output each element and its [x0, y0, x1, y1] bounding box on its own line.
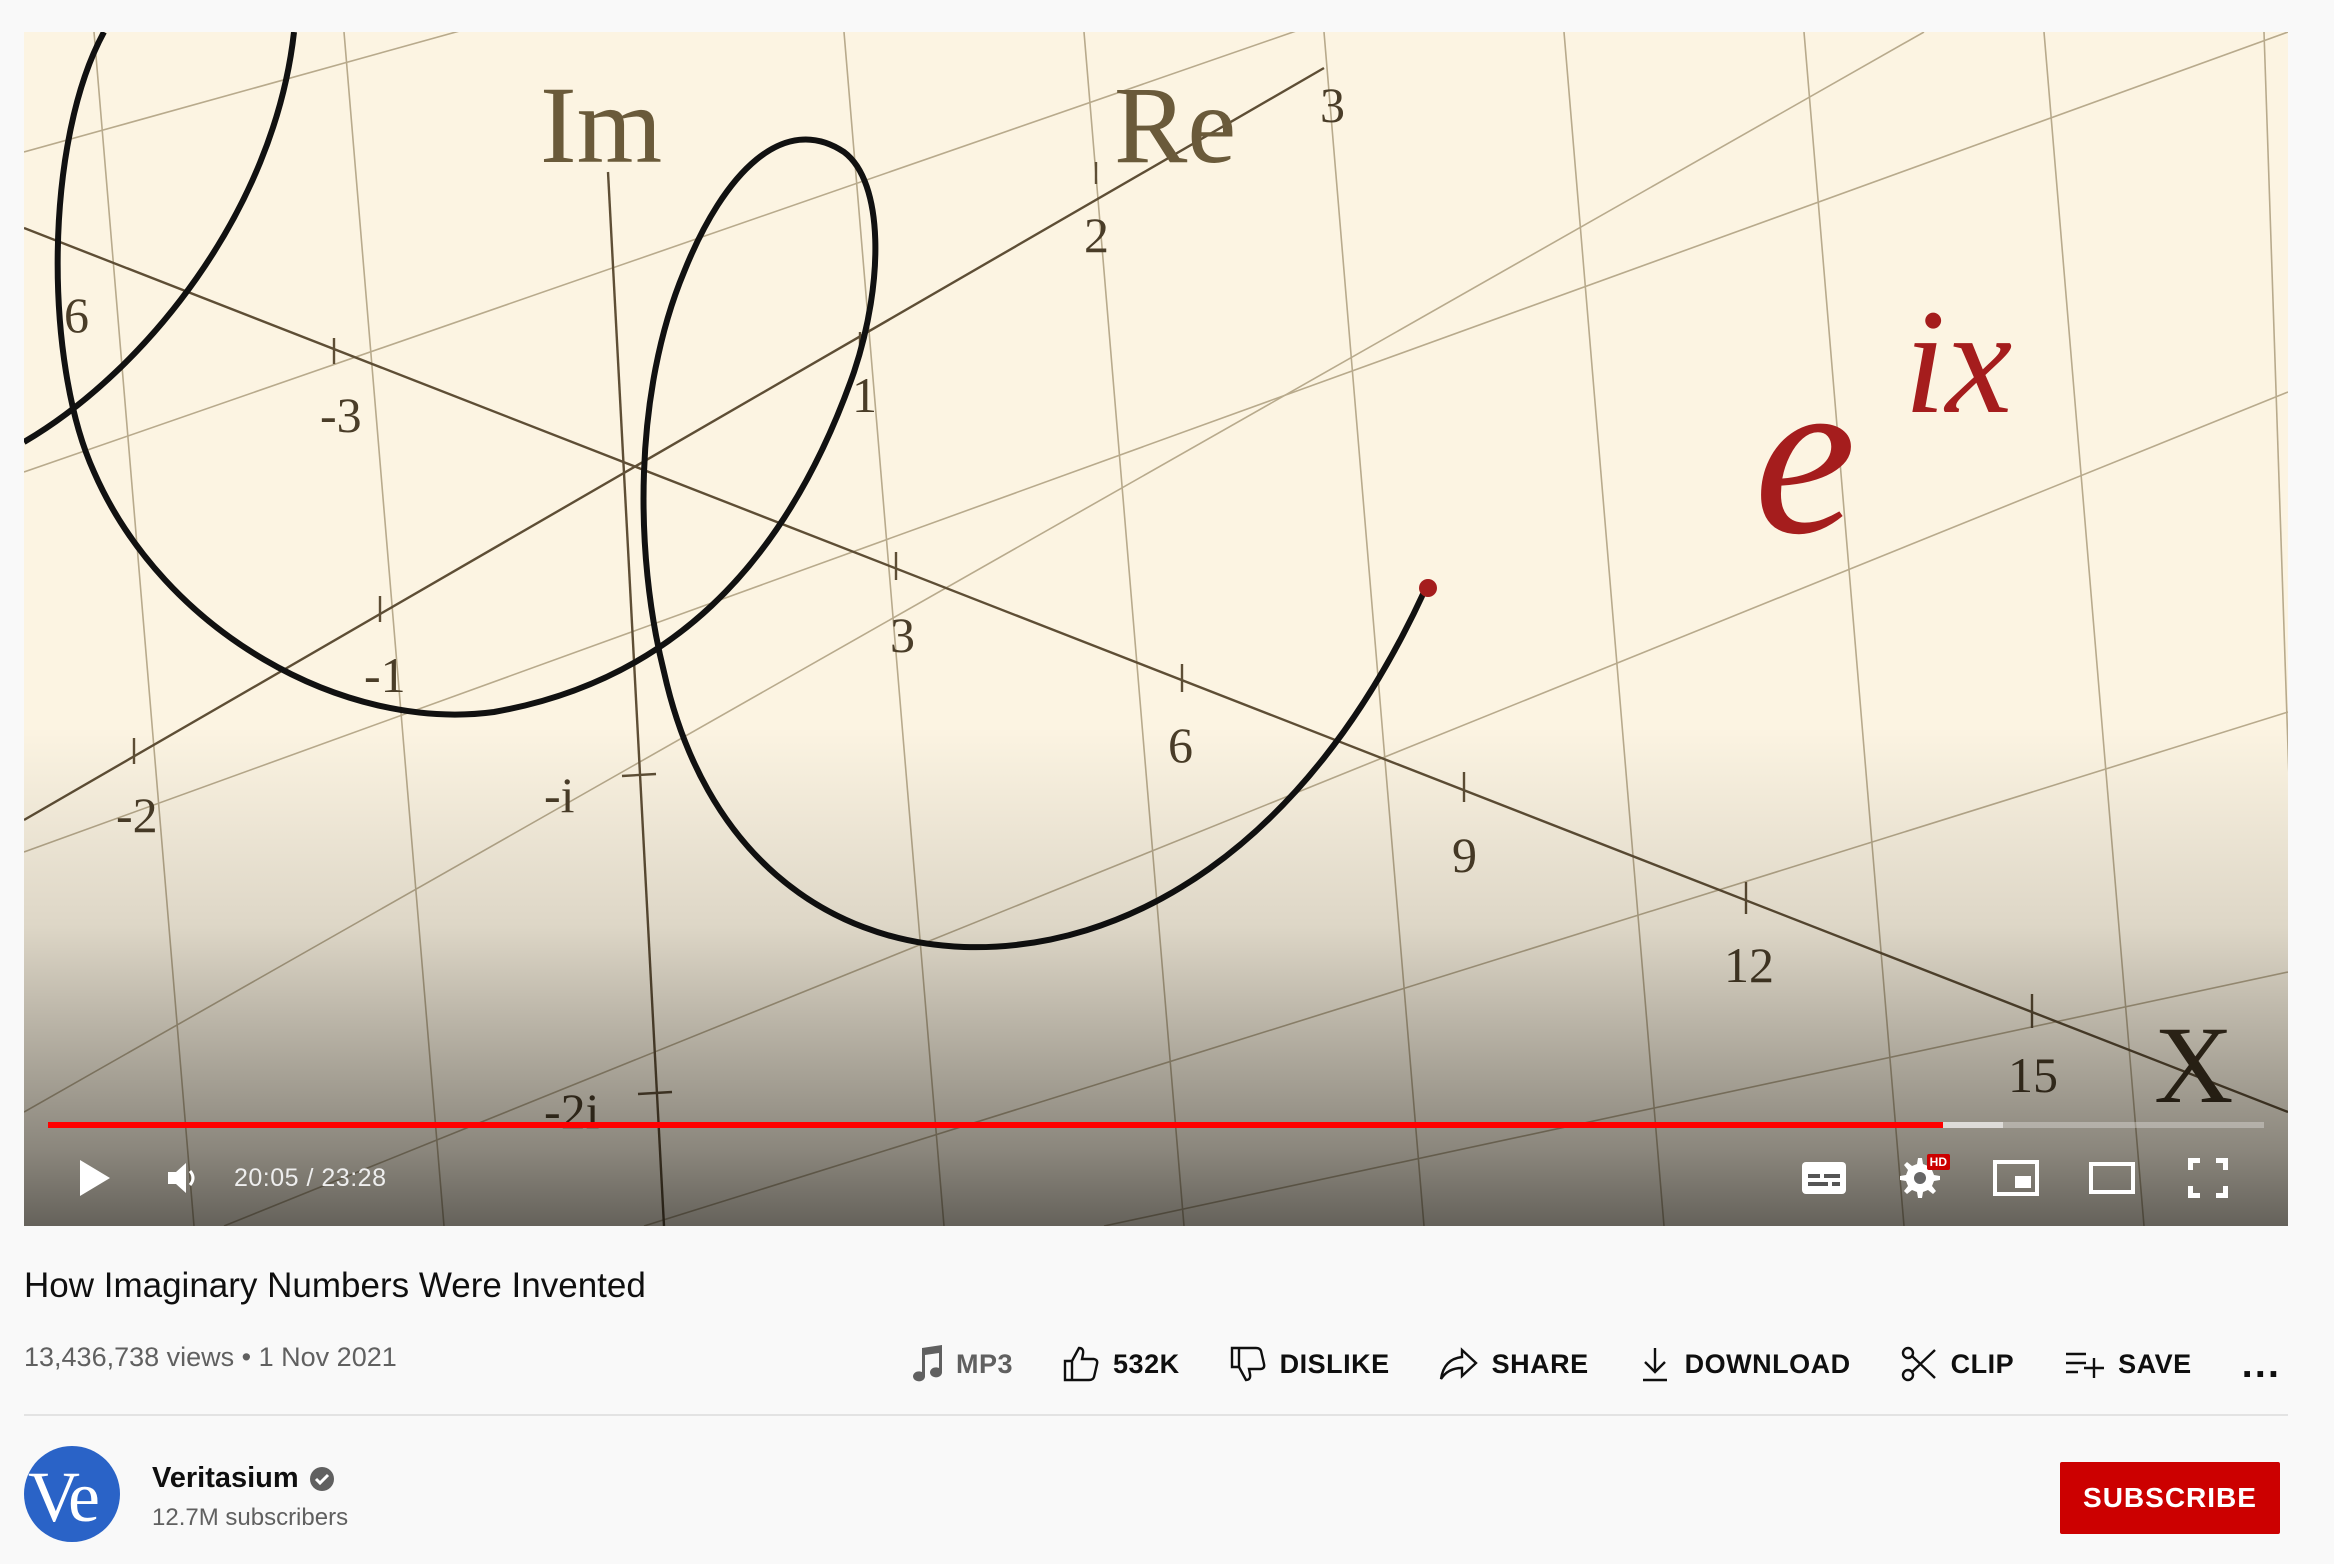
download-button[interactable]: DOWNLOAD	[1637, 1344, 1851, 1384]
video-frame: Im Re X 3 2 1 -1 -2 -i -2i 6 -3 3 6 9 12…	[24, 32, 2288, 1226]
channel-name: Veritasium	[152, 1462, 299, 1494]
hd-badge: HD	[1926, 1154, 1950, 1170]
theater-icon	[2089, 1162, 2135, 1194]
video-player[interactable]: Im Re X 3 2 1 -1 -2 -i -2i 6 -3 3 6 9 12…	[24, 32, 2288, 1226]
formula-exponent: ix	[1904, 279, 2012, 445]
im-axis-label: Im	[540, 64, 662, 186]
time-separator: /	[299, 1163, 322, 1192]
download-icon	[1642, 1348, 1667, 1382]
download-label: DOWNLOAD	[1684, 1348, 1851, 1379]
music-note-icon	[913, 1345, 943, 1382]
view-count: 13,436,738 views	[24, 1342, 235, 1372]
clip-label: CLIP	[1950, 1348, 2015, 1379]
re-tick-label: -1	[364, 647, 406, 703]
video-meta: 13,436,738 views • 1 Nov 2021	[24, 1342, 397, 1373]
x-tick-label: 15	[2008, 1047, 2058, 1103]
avatar-logo-text: Ve	[28, 1457, 100, 1537]
x-tick-label: 9	[1452, 827, 1477, 883]
settings-button[interactable]: HD	[1880, 1138, 1960, 1218]
subscriber-count: 12.7M subscribers	[152, 1504, 349, 1531]
formula-base: e	[1754, 327, 1856, 582]
play-button[interactable]	[54, 1138, 134, 1218]
re-tick-label: -2	[116, 787, 158, 843]
save-button[interactable]: SAVE	[2062, 1344, 2192, 1384]
progress-bar[interactable]	[48, 1122, 2264, 1130]
mp3-label: MP3	[956, 1348, 1014, 1379]
theater-mode-button[interactable]	[2072, 1138, 2152, 1218]
divider	[24, 1414, 2288, 1416]
fullscreen-icon	[2188, 1158, 2228, 1198]
curve-endpoint	[1419, 579, 1437, 597]
upload-date: 1 Nov 2021	[258, 1342, 397, 1372]
like-count: 532K	[1113, 1348, 1180, 1379]
re-axis-label: Re	[1114, 64, 1236, 186]
x-axis-label: X	[2154, 1004, 2233, 1126]
duration: 23:28	[321, 1163, 387, 1192]
miniplayer-icon	[1993, 1160, 2039, 1196]
x-tick-label: -3	[320, 387, 362, 443]
volume-icon	[168, 1163, 195, 1193]
thumbs-up-icon	[1063, 1346, 1099, 1382]
time-display: 20:05 / 23:28	[234, 1164, 386, 1193]
subtitles-icon	[1802, 1162, 1846, 1194]
re-tick-label: 2	[1084, 207, 1109, 263]
play-icon	[80, 1160, 110, 1196]
subscribe-button[interactable]: SUBSCRIBE	[2060, 1462, 2280, 1534]
re-tick-label: 3	[1320, 77, 1345, 133]
player-controls: 20:05 / 23:28 HD	[24, 1130, 2288, 1226]
more-actions-button[interactable]: ...	[2242, 1342, 2281, 1387]
dislike-label: DISLIKE	[1279, 1348, 1390, 1379]
share-label: SHARE	[1491, 1348, 1589, 1379]
share-button[interactable]: SHARE	[1438, 1344, 1589, 1384]
channel-avatar[interactable]: Ve	[24, 1446, 120, 1542]
action-bar: MP3 532K DISLIKE SHARE DOWNLOAD CLIP SAV…	[912, 1332, 2281, 1396]
meta-separator: •	[241, 1342, 252, 1372]
mute-button[interactable]	[142, 1138, 222, 1218]
x-tick-label: 6	[1168, 717, 1193, 773]
im-tick-label: -i	[544, 767, 575, 823]
like-button[interactable]: 532K	[1061, 1344, 1180, 1384]
save-label: SAVE	[2118, 1348, 2192, 1379]
verified-check-icon	[309, 1466, 334, 1491]
mp3-button[interactable]: MP3	[912, 1344, 1013, 1384]
current-time: 20:05	[234, 1163, 300, 1192]
miniplayer-button[interactable]	[1976, 1138, 2056, 1218]
x-tick-label: 12	[1724, 937, 1774, 993]
clip-button[interactable]: CLIP	[1899, 1344, 2015, 1384]
dislike-button[interactable]: DISLIKE	[1228, 1344, 1390, 1384]
channel-name-row[interactable]: Veritasium	[152, 1462, 335, 1495]
share-icon	[1439, 1347, 1478, 1380]
x-tick-label: 3	[890, 607, 915, 663]
re-tick-label: 1	[852, 367, 877, 423]
playlist-add-icon	[2066, 1352, 2105, 1378]
scissors-icon	[1901, 1346, 1936, 1382]
grid-lines	[24, 32, 2288, 1226]
subtitles-button[interactable]	[1784, 1138, 1864, 1218]
x-tick-label: 6	[64, 287, 89, 343]
formula: e ix	[1754, 279, 2012, 582]
thumbs-down-icon	[1230, 1346, 1265, 1382]
fullscreen-button[interactable]	[2168, 1138, 2248, 1218]
progress-played	[48, 1122, 1943, 1128]
right-controls: HD	[1784, 1138, 2248, 1218]
video-title: How Imaginary Numbers Were Invented	[24, 1266, 646, 1305]
